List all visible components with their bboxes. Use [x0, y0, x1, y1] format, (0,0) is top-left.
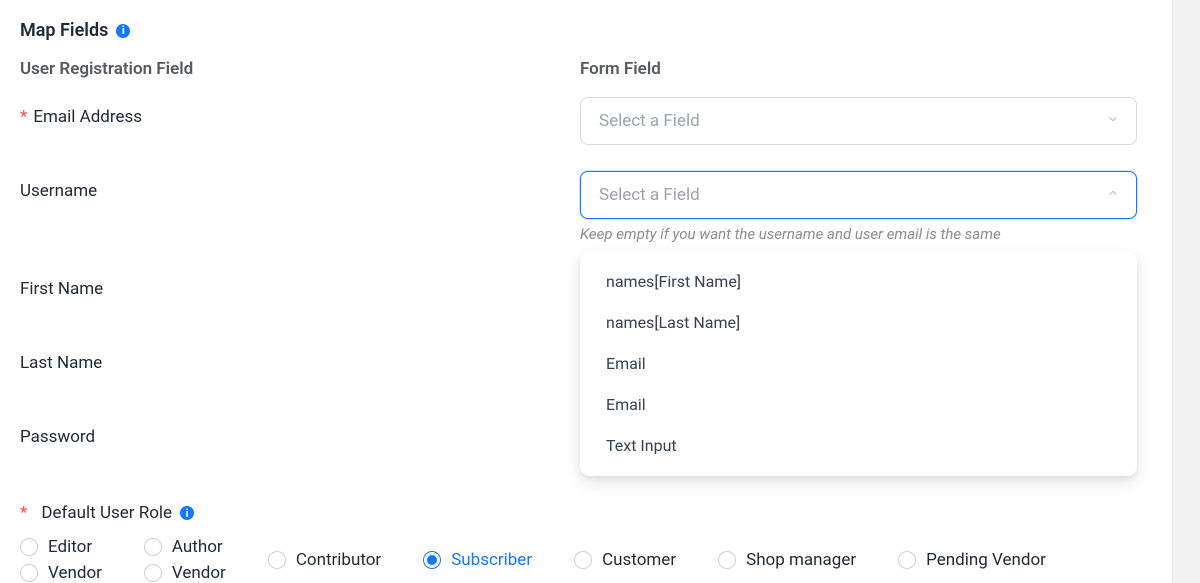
field-label-firstname: First Name	[20, 269, 580, 299]
radio-icon	[144, 538, 162, 556]
select-username-field[interactable]: Select a Field	[580, 171, 1137, 219]
radio-icon	[144, 564, 162, 582]
dropdown-option[interactable]: Email	[580, 343, 1137, 384]
select-placeholder: Select a Field	[599, 111, 700, 131]
scrollbar-track[interactable]	[1172, 0, 1200, 583]
info-icon[interactable]: i	[180, 506, 194, 520]
radio-pending-vendor[interactable]: Pending Vendor	[898, 537, 1046, 583]
radio-icon	[268, 551, 286, 569]
radio-vendor[interactable]: Vendor	[20, 563, 102, 583]
dropdown-option[interactable]: names[First Name]	[580, 261, 1137, 302]
radio-icon	[423, 551, 441, 569]
radio-icon	[574, 551, 592, 569]
radio-editor[interactable]: Editor	[20, 537, 102, 557]
field-row: Username Select a Field Keep empty if yo…	[20, 171, 1150, 243]
role-options: Editor Vendor Author Vendor C	[20, 537, 1150, 583]
section-title: Map Fields i	[20, 20, 1150, 41]
select-email-field[interactable]: Select a Field	[580, 97, 1137, 145]
dropdown-options-list: names[First Name] names[Last Name] Email…	[580, 251, 1137, 476]
dropdown-option[interactable]: Text Input	[580, 425, 1137, 466]
radio-vendor-2[interactable]: Vendor	[144, 563, 226, 583]
table-header: User Registration Field Form Field	[20, 59, 1150, 79]
helper-text: Keep empty if you want the username and …	[580, 225, 1137, 243]
dropdown-option[interactable]: Email	[580, 384, 1137, 425]
dropdown-option[interactable]: names[Last Name]	[580, 302, 1137, 343]
radio-author[interactable]: Author	[144, 537, 226, 557]
field-label-lastname: Last Name	[20, 343, 580, 373]
radio-icon	[718, 551, 736, 569]
radio-icon	[898, 551, 916, 569]
info-icon[interactable]: i	[116, 24, 130, 38]
field-label-username: Username	[20, 171, 580, 201]
chevron-down-icon	[1106, 111, 1120, 131]
radio-subscriber[interactable]: Subscriber	[423, 537, 532, 583]
column-header-right: Form Field	[580, 59, 1150, 79]
select-placeholder: Select a Field	[599, 185, 700, 205]
role-section: *Default User Role i Editor Vendor Autho…	[20, 503, 1150, 583]
chevron-up-icon	[1106, 185, 1120, 205]
field-row: *Email Address Select a Field	[20, 97, 1150, 145]
radio-contributor[interactable]: Contributor	[268, 537, 381, 583]
required-asterisk: *	[20, 503, 27, 523]
radio-customer[interactable]: Customer	[574, 537, 676, 583]
field-label-email: *Email Address	[20, 97, 580, 127]
required-asterisk: *	[20, 107, 27, 127]
column-header-left: User Registration Field	[20, 59, 580, 79]
radio-shop-manager[interactable]: Shop manager	[718, 537, 856, 583]
role-section-title: *Default User Role i	[20, 503, 1150, 523]
field-label-password: Password	[20, 417, 580, 447]
radio-icon	[20, 564, 38, 582]
section-title-text: Map Fields	[20, 20, 108, 41]
radio-icon	[20, 538, 38, 556]
